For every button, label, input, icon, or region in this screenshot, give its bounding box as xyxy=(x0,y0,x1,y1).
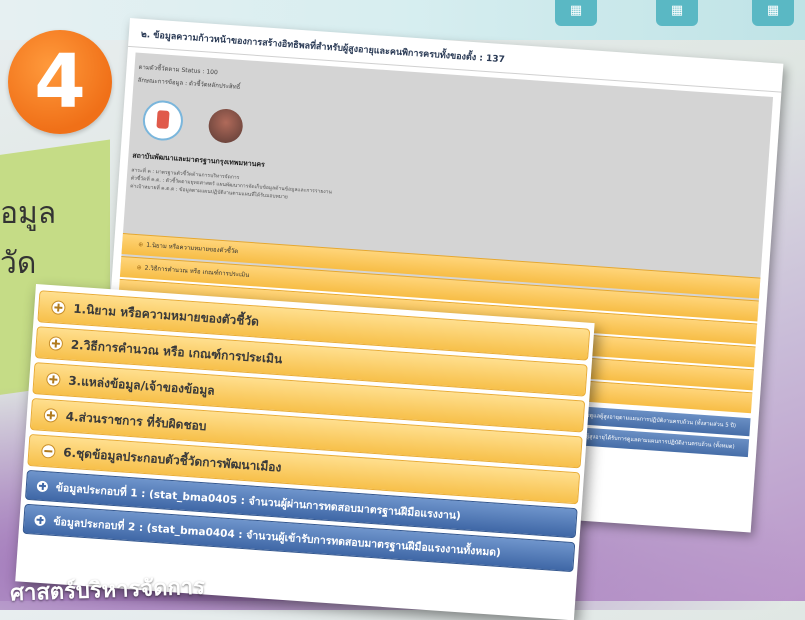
accordion-label: 2.วิธีการคำนวณ หรือ เกณฑ์การประเมิน xyxy=(70,337,283,366)
row-label: 1.นิยาม หรือความหมายของตัวชี้วัด xyxy=(145,241,239,256)
side-text-2: วัด xyxy=(0,246,37,281)
store-icon: ▦ xyxy=(752,0,794,26)
bottom-caption: ศาสตร์บริหารจัดการ xyxy=(9,574,206,607)
row-label: 2.วิธีการคำนวณ หรือ เกณฑ์การประเมิน xyxy=(144,264,250,279)
shop-icon: ▦ xyxy=(656,0,698,26)
accordion-label: 3.แหล่งข้อมูล/เจ้าของข้อมูล xyxy=(67,373,216,398)
step-number-badge: 4 xyxy=(8,30,112,134)
plus-circle-icon: ⊕ xyxy=(137,241,144,249)
minus-circle-icon xyxy=(40,443,56,459)
plus-circle-icon xyxy=(34,513,46,526)
front-accordion-panel: 1.นิยาม หรือความหมายของตัวชี้วัด 2.วิธีก… xyxy=(15,284,595,620)
accordion-label: 4.ส่วนราชการ ที่รับผิดชอบ xyxy=(65,408,207,433)
plus-circle-icon xyxy=(36,480,49,492)
building-icon: ▦ xyxy=(555,0,597,26)
accordion-label: 1.นิยาม หรือความหมายของตัวชี้วัด xyxy=(72,301,260,329)
accordion-label: 6.ชุดข้อมูลประกอบตัวชี้วัดการพัฒนาเมือง xyxy=(62,444,282,475)
plus-circle-icon xyxy=(50,300,66,316)
plus-circle-icon xyxy=(48,336,64,352)
plus-circle-icon: ⊕ xyxy=(136,264,142,272)
side-text-1: อมูล xyxy=(0,196,57,231)
plus-circle-icon xyxy=(45,371,61,387)
plus-circle-icon xyxy=(43,407,59,423)
